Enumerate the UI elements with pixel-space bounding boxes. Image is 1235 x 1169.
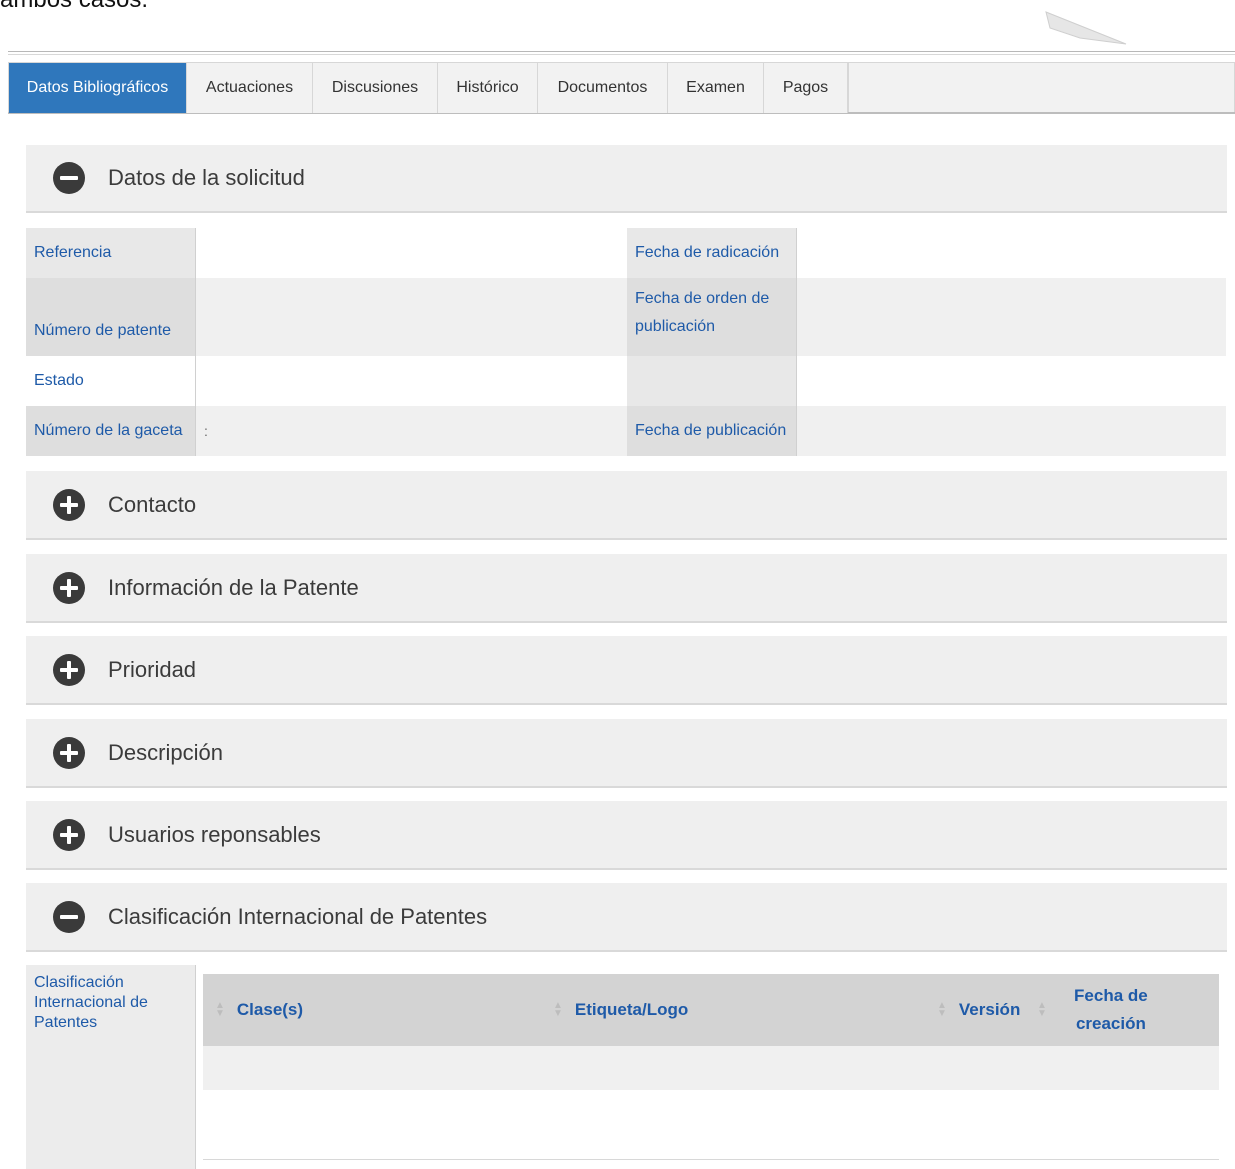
numero-gaceta-label: Número de la gaceta: [26, 406, 196, 456]
panel-title: Información de la Patente: [108, 574, 359, 600]
grid-row: Estado: [26, 356, 1226, 406]
panel-datos-solicitud[interactable]: Datos de la solicitud: [26, 145, 1227, 213]
grid-row: Número de patente Fecha de orden de publ…: [26, 278, 1226, 356]
panel-title: Usuarios reponsables: [108, 821, 321, 847]
tab-examen[interactable]: Examen: [668, 63, 764, 113]
sort-icon[interactable]: ▲ ▼: [553, 1001, 563, 1019]
tab-strip: Datos Bibliográficos Actuaciones Discusi…: [8, 62, 849, 113]
collapse-icon[interactable]: [53, 900, 85, 933]
estado-value: [196, 356, 627, 406]
document-text-fragment: ambos casos.: [0, 0, 148, 14]
expand-icon[interactable]: [53, 653, 85, 686]
panel-title: Datos de la solicitud: [108, 165, 305, 190]
table-header: ▲ ▼ Clase(s) ▲ ▼ Etiqueta/Logo ▲ ▼ Versión …: [203, 974, 1219, 1046]
tab-discusiones[interactable]: Discusiones: [313, 63, 438, 113]
tab-historico[interactable]: Histórico: [438, 63, 538, 113]
panel-clasificacion[interactable]: Clasificación Internacional de Patentes: [26, 883, 1227, 952]
tab-datos-bibliograficos[interactable]: Datos Bibliográficos: [9, 63, 187, 113]
fecha-orden-label: Fecha de orden de publicación: [627, 278, 797, 356]
grid-row: Número de la gaceta : Fecha de publicaci…: [26, 406, 1226, 456]
column-label: Etiqueta/Logo: [574, 1000, 689, 1019]
solicitud-grid: Referencia Fecha de radicación Número de…: [26, 228, 1226, 456]
column-label: Clase(s): [236, 1000, 304, 1019]
clasificacion-table: ▲ ▼ Clase(s) ▲ ▼ Etiqueta/Logo ▲ ▼ Versión …: [203, 974, 1219, 1160]
fecha-publicacion-label: Fecha de publicación: [627, 406, 797, 456]
panel-prioridad[interactable]: Prioridad: [26, 636, 1227, 705]
sort-icon[interactable]: ▲ ▼: [937, 1001, 947, 1019]
panel-title: Prioridad: [108, 656, 197, 682]
numero-gaceta-value: :: [196, 406, 627, 456]
fecha-publicacion-value: [797, 406, 1226, 456]
numero-patente-label: Número de patente: [26, 278, 196, 356]
table-row: [203, 1046, 1219, 1090]
clasificacion-label: Clasificación Internacional de Patentes: [26, 965, 196, 1169]
panel-contacto[interactable]: Contacto: [26, 471, 1227, 540]
grid-row: Referencia Fecha de radicación: [26, 228, 1226, 278]
column-label: Versión: [958, 1000, 1021, 1019]
referencia-value: [196, 228, 627, 278]
column-header-version[interactable]: ▲ ▼ Versión: [931, 974, 1031, 1046]
cursor-artifact-icon: [1045, 11, 1127, 45]
column-header-etiqueta[interactable]: ▲ ▼ Etiqueta/Logo: [543, 974, 931, 1046]
tab-bar-fill: [849, 62, 1235, 112]
panel-title: Clasificación Internacional de Patentes: [108, 903, 488, 929]
numero-patente-value: [196, 278, 627, 356]
fecha-radicacion-value: [797, 228, 1226, 278]
panel-descripcion[interactable]: Descripción: [26, 719, 1227, 788]
panel-title: Contacto: [108, 491, 197, 517]
tab-pagos[interactable]: Pagos: [764, 63, 848, 113]
expand-icon[interactable]: [53, 571, 85, 604]
tab-documentos[interactable]: Documentos: [538, 63, 668, 113]
empty-label: [627, 356, 797, 406]
column-label: Fecha de creación: [1074, 986, 1148, 1033]
column-header-clases[interactable]: ▲ ▼ Clase(s): [203, 974, 543, 1046]
fecha-radicacion-label: Fecha de radicación: [627, 228, 797, 278]
panel-usuarios-responsables[interactable]: Usuarios reponsables: [26, 801, 1227, 870]
fecha-orden-value: [797, 278, 1226, 356]
top-divider: [8, 51, 1235, 55]
tab-bar: Datos Bibliográficos Actuaciones Discusi…: [8, 62, 1235, 114]
empty-value: [797, 356, 1226, 406]
tab-actuaciones[interactable]: Actuaciones: [187, 63, 313, 113]
referencia-label: Referencia: [26, 228, 196, 278]
expand-icon[interactable]: [53, 818, 85, 851]
collapse-icon[interactable]: [53, 162, 85, 194]
column-header-fecha-creacion[interactable]: ▲ ▼ Fecha de creación: [1031, 974, 1219, 1046]
sort-icon[interactable]: ▲ ▼: [215, 1001, 225, 1019]
expand-icon[interactable]: [53, 736, 85, 769]
table-row: [203, 1090, 1219, 1160]
panel-informacion-patente[interactable]: Información de la Patente: [26, 554, 1227, 623]
panel-title: Descripción: [108, 739, 223, 765]
expand-icon[interactable]: [53, 488, 85, 521]
estado-label: Estado: [26, 356, 196, 406]
sort-icon[interactable]: ▲ ▼: [1037, 1001, 1047, 1019]
